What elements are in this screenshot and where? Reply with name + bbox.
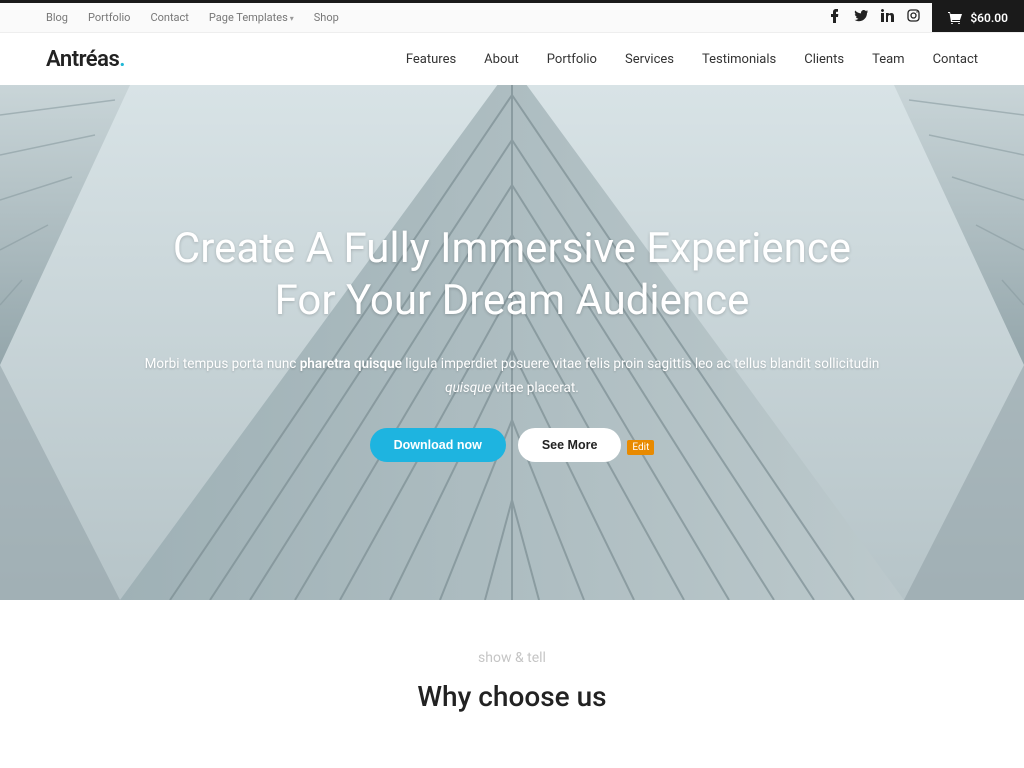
logo-dot: . [119, 47, 125, 72]
instagram-icon[interactable] [900, 9, 926, 26]
why-choose-section: show & tell Why choose us [0, 600, 1024, 713]
logo[interactable]: Antréas. [46, 47, 125, 72]
download-button[interactable]: Download now [370, 428, 506, 462]
hero-content: Create A Fully Immersive Experience For … [122, 223, 902, 463]
util-link-blog[interactable]: Blog [46, 11, 68, 24]
hero-headline: Create A Fully Immersive Experience For … [142, 223, 882, 328]
hero-sub-strong: pharetra quisque [300, 356, 402, 372]
util-link-page-templates[interactable]: Page Templates▾ [209, 11, 294, 24]
hero-sub-em: quisque [445, 380, 491, 396]
twitter-icon[interactable] [848, 10, 874, 26]
util-link-page-templates-label: Page Templates [209, 11, 288, 24]
linkedin-icon[interactable] [874, 9, 900, 26]
section-title: Why choose us [0, 680, 1024, 713]
cart-button[interactable]: $60.00 [932, 3, 1024, 32]
chevron-down-icon: ▾ [290, 14, 294, 23]
util-link-portfolio[interactable]: Portfolio [88, 11, 130, 24]
section-eyebrow: show & tell [0, 650, 1024, 666]
hero-sub-mid: ligula imperdiet posuere vitae felis pro… [402, 356, 879, 372]
see-more-button[interactable]: See More [518, 428, 622, 462]
utility-nav: Blog Portfolio Contact Page Templates▾ S… [0, 3, 359, 32]
utility-bar: Blog Portfolio Contact Page Templates▾ S… [0, 3, 1024, 33]
cart-amount: $60.00 [970, 11, 1008, 25]
hero-buttons: Download now See More Edit [142, 428, 882, 462]
social-icons [822, 9, 926, 27]
facebook-icon[interactable] [822, 9, 848, 27]
hero-subtext: Morbi tempus porta nunc pharetra quisque… [142, 352, 882, 401]
hero: Create A Fully Immersive Experience For … [0, 85, 1024, 600]
main-nav: Features About Portfolio Services Testim… [406, 52, 978, 67]
hero-sub-post: vitae placerat. [491, 380, 579, 396]
util-link-shop[interactable]: Shop [314, 11, 339, 24]
nav-contact[interactable]: Contact [933, 52, 978, 67]
nav-features[interactable]: Features [406, 52, 456, 67]
nav-team[interactable]: Team [872, 52, 905, 67]
cart-icon [948, 12, 962, 24]
nav-services[interactable]: Services [625, 52, 674, 67]
util-link-contact[interactable]: Contact [150, 11, 188, 24]
nav-testimonials[interactable]: Testimonials [702, 52, 776, 67]
main-navbar: Antréas. Features About Portfolio Servic… [0, 33, 1024, 85]
edit-tag[interactable]: Edit [627, 440, 654, 455]
nav-about[interactable]: About [484, 52, 519, 67]
utility-right: $60.00 [822, 3, 1024, 32]
hero-sub-pre: Morbi tempus porta nunc [145, 356, 300, 372]
nav-clients[interactable]: Clients [804, 52, 844, 67]
logo-text: Antréas [46, 47, 119, 72]
nav-portfolio[interactable]: Portfolio [547, 52, 597, 67]
